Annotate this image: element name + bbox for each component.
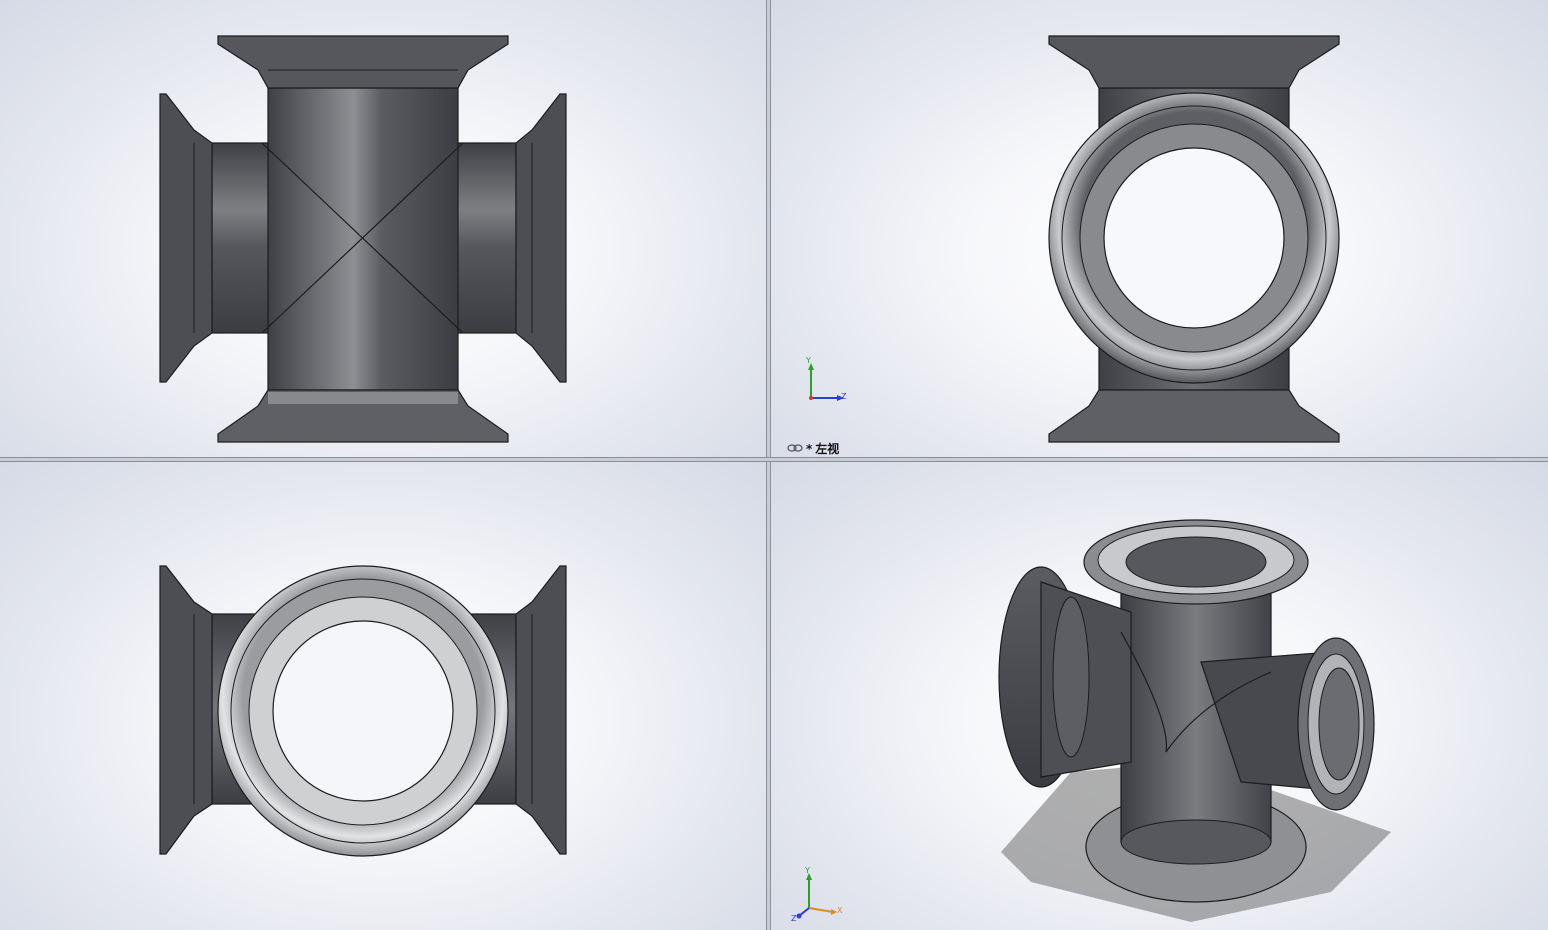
link-icon[interactable]: [787, 442, 803, 456]
left-view-model: [1048, 35, 1340, 443]
axis-y-label: Y: [806, 356, 811, 365]
axis-z-label: Z: [791, 914, 797, 923]
front-view-model: [159, 35, 567, 443]
horizontal-splitter[interactable]: [0, 457, 1548, 462]
vertical-splitter[interactable]: [766, 0, 771, 930]
axis-y-label: Y: [805, 866, 810, 875]
viewport-front[interactable]: [0, 0, 766, 457]
viewport-isometric[interactable]: Y Z X: [771, 462, 1548, 930]
top-view-model: [159, 565, 567, 857]
viewport-top[interactable]: [0, 462, 766, 930]
triad-icon: Y Z: [801, 356, 861, 408]
triad-icon: Y Z X: [789, 866, 849, 926]
isometric-model: [998, 519, 1391, 922]
axis-z-label: Z: [841, 392, 847, 401]
view-label-prefix: *: [806, 441, 813, 456]
view-label: * 左视: [787, 440, 839, 457]
viewport-left[interactable]: Y Z * 左视: [771, 0, 1548, 457]
view-label-text: 左视: [815, 442, 840, 456]
axis-x-label: X: [837, 906, 843, 915]
